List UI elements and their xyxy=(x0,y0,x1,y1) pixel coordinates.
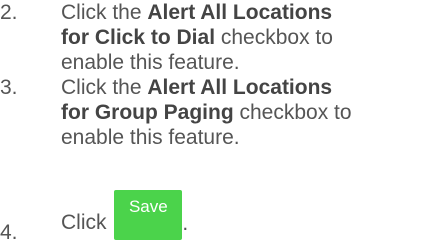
step-text: Click the Alert All Locations for Click … xyxy=(61,0,423,75)
step-suffix: checkbox to xyxy=(215,26,333,49)
step-number: 4. xyxy=(0,221,18,244)
step-line: enable this feature. xyxy=(61,126,240,149)
step-suffix: . xyxy=(182,212,189,235)
step-prefix: Click xyxy=(61,211,113,234)
option-name-part: Alert All Locations xyxy=(147,76,333,99)
step-prefix: Click the xyxy=(61,1,148,24)
step-line: for Group Paging checkbox to xyxy=(61,100,423,125)
option-name-part: Alert All Locations xyxy=(147,1,333,24)
step-line: Click the Alert All Locations xyxy=(61,0,423,25)
step-text: Click Save. xyxy=(61,186,423,240)
step-line: enable this feature. xyxy=(61,51,240,74)
step-prefix: Click the xyxy=(61,76,148,99)
step-number: 3. xyxy=(0,76,18,99)
step-line: Click the Alert All Locations xyxy=(61,75,423,100)
option-name-part: for Click to Dial xyxy=(61,26,216,49)
option-name-part: for Group Paging xyxy=(61,101,234,124)
step-line: Click Save. xyxy=(61,186,423,240)
save-button[interactable]: Save xyxy=(114,190,183,240)
step-line: for Click to Dial checkbox to xyxy=(61,25,423,50)
step-number: 2. xyxy=(0,1,18,24)
step-suffix: checkbox to xyxy=(233,101,352,124)
step-text: Click the Alert All Locations for Group … xyxy=(61,75,423,150)
